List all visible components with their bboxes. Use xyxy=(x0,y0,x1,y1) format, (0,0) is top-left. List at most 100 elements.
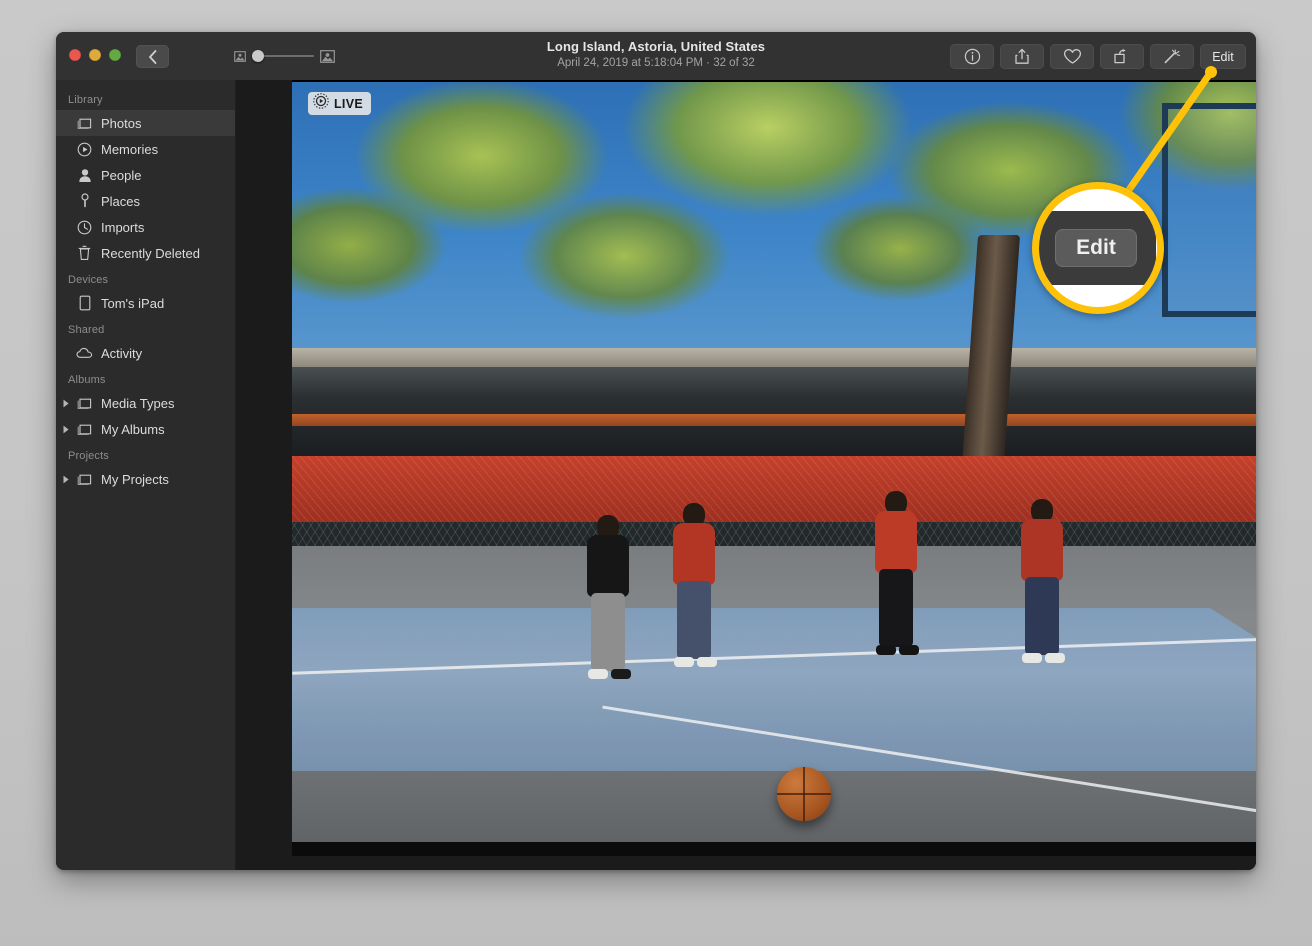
basketball xyxy=(776,766,831,821)
player-pants xyxy=(876,569,920,656)
player-pants xyxy=(587,592,631,679)
sidebar-item-recently-deleted[interactable]: Recently Deleted xyxy=(56,240,235,266)
player-shoe xyxy=(674,656,695,667)
photo-letterbox-top xyxy=(292,80,1256,82)
window-titlebar: Long Island, Astoria, United States Apri… xyxy=(56,32,1256,81)
sidebar-item-activity[interactable]: Activity xyxy=(56,340,235,366)
ipad-icon xyxy=(76,295,93,312)
player-shoe xyxy=(697,656,718,667)
back-button[interactable] xyxy=(136,45,169,68)
player-figure xyxy=(863,491,929,659)
player-shoe xyxy=(876,645,897,656)
player-shoe xyxy=(610,668,631,679)
sidebar-item-label: Tom's iPad xyxy=(101,295,165,311)
album-icon xyxy=(76,421,93,438)
player-shoe xyxy=(899,645,920,656)
heart-icon xyxy=(1063,49,1081,64)
photos-icon xyxy=(76,115,93,132)
people-icon xyxy=(76,167,93,184)
chevron-right-icon[interactable] xyxy=(62,472,70,487)
rotate-icon xyxy=(1114,49,1126,64)
player-figure xyxy=(573,514,643,685)
sidebar-section-header-devices: Devices xyxy=(68,274,109,286)
sidebar-item-media-types[interactable]: Media Types xyxy=(56,390,235,416)
photo-image[interactable]: LIVE xyxy=(292,80,1256,856)
sidebar-item-label: Activity xyxy=(101,345,143,361)
player-pants xyxy=(1022,577,1066,664)
tree-canopy xyxy=(292,80,1256,406)
photos-window: Long Island, Astoria, United States Apri… xyxy=(56,32,1256,870)
sidebar-section-header-shared: Shared xyxy=(68,324,105,336)
sidebar-item-imports[interactable]: Imports xyxy=(56,214,235,240)
sidebar-item-my-projects[interactable]: My Projects xyxy=(56,466,235,492)
sidebar-item-my-albums[interactable]: My Albums xyxy=(56,416,235,442)
chevron-left-icon xyxy=(149,49,157,64)
live-photo-label: LIVE xyxy=(334,96,363,111)
info-icon xyxy=(964,48,980,65)
sidebar-item-toms-ipad[interactable]: Tom's iPad xyxy=(56,290,235,316)
edit-button[interactable]: Edit xyxy=(1200,44,1246,69)
sidebar-item-label: Places xyxy=(101,193,141,209)
player-shoe xyxy=(1022,653,1043,664)
sidebar-item-places[interactable]: Places xyxy=(56,188,235,214)
player-shirt xyxy=(875,511,918,574)
sidebar-item-memories[interactable]: Memories xyxy=(56,136,235,162)
sidebar: Library Photos Memories People Places Im… xyxy=(56,80,236,870)
sidebar-item-photos[interactable]: Photos xyxy=(56,110,235,136)
photo-letterbox-bottom xyxy=(292,842,1256,856)
slider-knob[interactable] xyxy=(252,50,264,62)
sidebar-item-label: Memories xyxy=(101,141,159,157)
player-shirt xyxy=(673,522,716,585)
thumbnail-size-slider[interactable] xyxy=(234,49,335,63)
zoom-button[interactable] xyxy=(109,49,121,61)
sidebar-section-header-albums: Albums xyxy=(68,374,106,386)
album-icon xyxy=(76,471,93,488)
auto-enhance-button[interactable] xyxy=(1150,44,1194,69)
slider-track-wrap[interactable] xyxy=(252,49,314,63)
sidebar-item-label: Photos xyxy=(101,115,142,131)
window-traffic-lights xyxy=(69,49,121,61)
sidebar-section-header-projects: Projects xyxy=(68,450,109,462)
memories-icon xyxy=(76,141,93,158)
places-pin-icon xyxy=(76,193,93,210)
player-figure xyxy=(659,502,729,678)
album-icon xyxy=(76,395,93,412)
edit-button-label: Edit xyxy=(1212,49,1234,64)
sidebar-item-label: My Projects xyxy=(101,471,169,487)
basketball-backboard xyxy=(1162,103,1256,318)
rotate-button[interactable] xyxy=(1100,44,1144,69)
minimize-button[interactable] xyxy=(89,49,101,61)
orange-railing xyxy=(292,413,1256,427)
small-photo-icon xyxy=(234,50,246,62)
photo-frame: LIVE xyxy=(292,80,1256,870)
close-button[interactable] xyxy=(69,49,81,61)
live-photo-icon xyxy=(313,93,329,114)
player-shoe xyxy=(1045,653,1066,664)
live-photo-badge[interactable]: LIVE xyxy=(308,92,371,115)
cloud-icon xyxy=(76,345,93,362)
chevron-right-icon[interactable] xyxy=(62,396,70,411)
sidebar-section-header-library: Library xyxy=(68,94,103,106)
favorite-button[interactable] xyxy=(1050,44,1094,69)
sidebar-item-people[interactable]: People xyxy=(56,162,235,188)
sidebar-item-label: Media Types xyxy=(101,395,175,411)
info-button[interactable] xyxy=(950,44,994,69)
share-icon xyxy=(1015,48,1029,64)
share-button[interactable] xyxy=(1000,44,1044,69)
red-construction-barrier xyxy=(292,456,1256,523)
sidebar-item-label: People xyxy=(101,167,142,183)
magic-wand-icon xyxy=(1164,49,1181,64)
player-shirt xyxy=(1021,519,1064,582)
player-figure xyxy=(1011,499,1073,664)
photo-viewer[interactable]: LIVE xyxy=(236,80,1256,870)
large-photo-icon xyxy=(320,49,335,63)
toolbar-actions: Edit xyxy=(950,44,1246,69)
court-key-paint xyxy=(292,607,1256,771)
sidebar-item-label: Imports xyxy=(101,219,145,235)
player-shoe xyxy=(587,668,608,679)
trash-icon xyxy=(76,245,93,262)
chevron-right-icon[interactable] xyxy=(62,422,70,437)
sidebar-item-label: My Albums xyxy=(101,421,165,437)
page-background: Long Island, Astoria, United States Apri… xyxy=(0,0,1312,946)
player-shirt xyxy=(586,534,629,597)
